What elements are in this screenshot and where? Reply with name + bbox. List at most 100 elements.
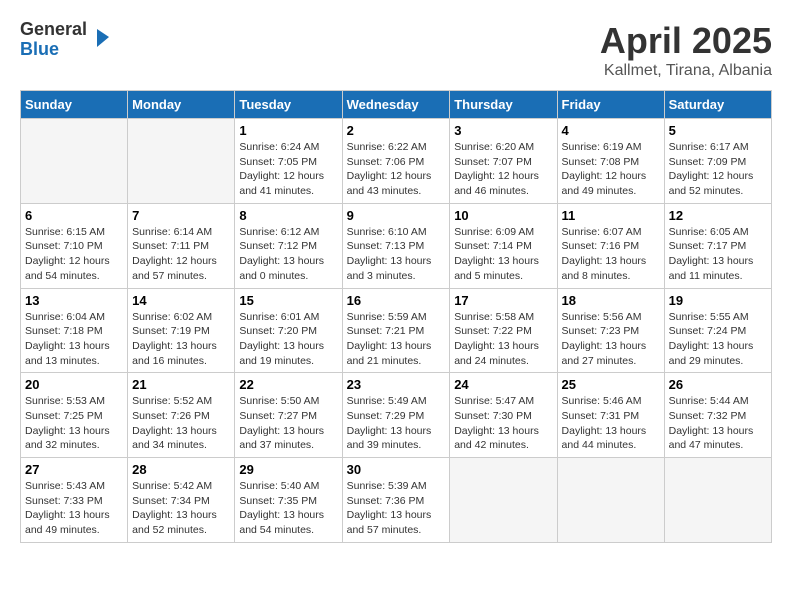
day-number: 25 xyxy=(562,377,660,392)
day-cell: 2 Sunrise: 6:22 AM Sunset: 7:06 PM Daylig… xyxy=(342,119,450,204)
week-row-1: 1Sunrise: 6:24 AM Sunset: 7:05 PM Daylig… xyxy=(21,119,772,204)
day-cell: 13 Sunrise: 6:04 AM Sunset: 7:18 PM Dayli… xyxy=(21,288,128,373)
header-tuesday: Tuesday xyxy=(235,91,342,119)
day-info: Sunrise: 5:53 AM Sunset: 7:25 PM Dayligh… xyxy=(25,394,123,453)
day-cell: 15Sunrise: 6:01 AM Sunset: 7:20 PM Dayli… xyxy=(235,288,342,373)
day-info: Sunrise: 5:42 AM Sunset: 7:34 PM Dayligh… xyxy=(132,479,230,538)
day-cell: 20Sunrise: 5:53 AM Sunset: 7:25 PM Dayli… xyxy=(21,373,128,458)
header-wednesday: Wednesday xyxy=(342,91,450,119)
day-cell: 29 Sunrise: 5:40 AM Sunset: 7:35 PM Dayli… xyxy=(235,458,342,543)
day-cell: 1Sunrise: 6:24 AM Sunset: 7:05 PM Daylig… xyxy=(235,119,342,204)
day-info: Sunrise: 6:12 AM Sunset: 7:12 PM Dayligh… xyxy=(239,225,337,284)
day-number: 17 xyxy=(454,293,552,308)
calendar-title: April 2025 xyxy=(600,20,772,62)
day-info: Sunrise: 5:44 AM Sunset: 7:32 PM Dayligh… xyxy=(669,394,767,453)
calendar-header-row: SundayMondayTuesdayWednesdayThursdayFrid… xyxy=(21,91,772,119)
day-info: Sunrise: 5:55 AM Sunset: 7:24 PM Dayligh… xyxy=(669,310,767,369)
day-info: Sunrise: 5:52 AM Sunset: 7:26 PM Dayligh… xyxy=(132,394,230,453)
day-cell: 3 Sunrise: 6:20 AM Sunset: 7:07 PM Daylig… xyxy=(450,119,557,204)
day-cell: 10Sunrise: 6:09 AM Sunset: 7:14 PM Dayli… xyxy=(450,203,557,288)
day-number: 15 xyxy=(239,293,337,308)
week-row-4: 20Sunrise: 5:53 AM Sunset: 7:25 PM Dayli… xyxy=(21,373,772,458)
day-cell: 11Sunrise: 6:07 AM Sunset: 7:16 PM Dayli… xyxy=(557,203,664,288)
logo-general-text: General xyxy=(20,20,87,40)
day-info: Sunrise: 5:43 AM Sunset: 7:33 PM Dayligh… xyxy=(25,479,123,538)
day-info: Sunrise: 5:40 AM Sunset: 7:35 PM Dayligh… xyxy=(239,479,337,538)
day-cell xyxy=(21,119,128,204)
day-cell xyxy=(450,458,557,543)
calendar-subtitle: Kallmet, Tirana, Albania xyxy=(600,62,772,80)
day-info: Sunrise: 5:58 AM Sunset: 7:22 PM Dayligh… xyxy=(454,310,552,369)
day-number: 11 xyxy=(562,208,660,223)
day-info: Sunrise: 5:46 AM Sunset: 7:31 PM Dayligh… xyxy=(562,394,660,453)
day-number: 28 xyxy=(132,462,230,477)
day-number: 14 xyxy=(132,293,230,308)
day-number: 26 xyxy=(669,377,767,392)
day-number: 7 xyxy=(132,208,230,223)
day-cell xyxy=(557,458,664,543)
day-cell: 30Sunrise: 5:39 AM Sunset: 7:36 PM Dayli… xyxy=(342,458,450,543)
day-number: 4 xyxy=(562,123,660,138)
week-row-5: 27 Sunrise: 5:43 AM Sunset: 7:33 PM Dayli… xyxy=(21,458,772,543)
day-number: 13 xyxy=(25,293,123,308)
day-cell: 9 Sunrise: 6:10 AM Sunset: 7:13 PM Daylig… xyxy=(342,203,450,288)
day-cell: 4 Sunrise: 6:19 AM Sunset: 7:08 PM Daylig… xyxy=(557,119,664,204)
day-cell: 17 Sunrise: 5:58 AM Sunset: 7:22 PM Dayli… xyxy=(450,288,557,373)
calendar-table: SundayMondayTuesdayWednesdayThursdayFrid… xyxy=(20,90,772,543)
day-number: 5 xyxy=(669,123,767,138)
day-cell xyxy=(128,119,235,204)
day-cell: 19 Sunrise: 5:55 AM Sunset: 7:24 PM Dayli… xyxy=(664,288,771,373)
day-info: Sunrise: 6:15 AM Sunset: 7:10 PM Dayligh… xyxy=(25,225,123,284)
day-info: Sunrise: 6:14 AM Sunset: 7:11 PM Dayligh… xyxy=(132,225,230,284)
week-row-3: 13 Sunrise: 6:04 AM Sunset: 7:18 PM Dayli… xyxy=(21,288,772,373)
day-info: Sunrise: 5:59 AM Sunset: 7:21 PM Dayligh… xyxy=(347,310,446,369)
day-cell: 24Sunrise: 5:47 AM Sunset: 7:30 PM Dayli… xyxy=(450,373,557,458)
day-info: Sunrise: 5:47 AM Sunset: 7:30 PM Dayligh… xyxy=(454,394,552,453)
day-info: Sunrise: 5:56 AM Sunset: 7:23 PM Dayligh… xyxy=(562,310,660,369)
day-number: 3 xyxy=(454,123,552,138)
day-number: 8 xyxy=(239,208,337,223)
day-number: 22 xyxy=(239,377,337,392)
day-info: Sunrise: 6:05 AM Sunset: 7:17 PM Dayligh… xyxy=(669,225,767,284)
day-cell: 22 Sunrise: 5:50 AM Sunset: 7:27 PM Dayli… xyxy=(235,373,342,458)
day-info: Sunrise: 6:22 AM Sunset: 7:06 PM Dayligh… xyxy=(347,140,446,199)
day-number: 2 xyxy=(347,123,446,138)
day-cell: 6 Sunrise: 6:15 AM Sunset: 7:10 PM Daylig… xyxy=(21,203,128,288)
day-cell: 5 Sunrise: 6:17 AM Sunset: 7:09 PM Daylig… xyxy=(664,119,771,204)
day-info: Sunrise: 6:20 AM Sunset: 7:07 PM Dayligh… xyxy=(454,140,552,199)
day-cell: 18 Sunrise: 5:56 AM Sunset: 7:23 PM Dayli… xyxy=(557,288,664,373)
logo-icon xyxy=(89,27,111,49)
day-number: 16 xyxy=(347,293,446,308)
day-cell: 8 Sunrise: 6:12 AM Sunset: 7:12 PM Daylig… xyxy=(235,203,342,288)
day-cell: 16 Sunrise: 5:59 AM Sunset: 7:21 PM Dayli… xyxy=(342,288,450,373)
day-info: Sunrise: 6:04 AM Sunset: 7:18 PM Dayligh… xyxy=(25,310,123,369)
day-number: 1 xyxy=(239,123,337,138)
day-cell: 27 Sunrise: 5:43 AM Sunset: 7:33 PM Dayli… xyxy=(21,458,128,543)
day-cell: 28 Sunrise: 5:42 AM Sunset: 7:34 PM Dayli… xyxy=(128,458,235,543)
day-cell: 23 Sunrise: 5:49 AM Sunset: 7:29 PM Dayli… xyxy=(342,373,450,458)
day-number: 18 xyxy=(562,293,660,308)
day-cell: 12 Sunrise: 6:05 AM Sunset: 7:17 PM Dayli… xyxy=(664,203,771,288)
day-info: Sunrise: 6:19 AM Sunset: 7:08 PM Dayligh… xyxy=(562,140,660,199)
day-number: 9 xyxy=(347,208,446,223)
day-number: 21 xyxy=(132,377,230,392)
day-number: 27 xyxy=(25,462,123,477)
day-info: Sunrise: 6:10 AM Sunset: 7:13 PM Dayligh… xyxy=(347,225,446,284)
title-area: April 2025 Kallmet, Tirana, Albania xyxy=(600,20,772,80)
day-info: Sunrise: 5:49 AM Sunset: 7:29 PM Dayligh… xyxy=(347,394,446,453)
day-number: 19 xyxy=(669,293,767,308)
day-number: 23 xyxy=(347,377,446,392)
day-number: 10 xyxy=(454,208,552,223)
logo: General Blue xyxy=(20,20,111,60)
day-info: Sunrise: 5:50 AM Sunset: 7:27 PM Dayligh… xyxy=(239,394,337,453)
day-number: 12 xyxy=(669,208,767,223)
day-info: Sunrise: 6:17 AM Sunset: 7:09 PM Dayligh… xyxy=(669,140,767,199)
day-cell: 7 Sunrise: 6:14 AM Sunset: 7:11 PM Daylig… xyxy=(128,203,235,288)
day-number: 29 xyxy=(239,462,337,477)
day-number: 30 xyxy=(347,462,446,477)
week-row-2: 6 Sunrise: 6:15 AM Sunset: 7:10 PM Daylig… xyxy=(21,203,772,288)
logo-blue-text: Blue xyxy=(20,40,87,60)
header-monday: Monday xyxy=(128,91,235,119)
day-number: 6 xyxy=(25,208,123,223)
day-cell: 14Sunrise: 6:02 AM Sunset: 7:19 PM Dayli… xyxy=(128,288,235,373)
